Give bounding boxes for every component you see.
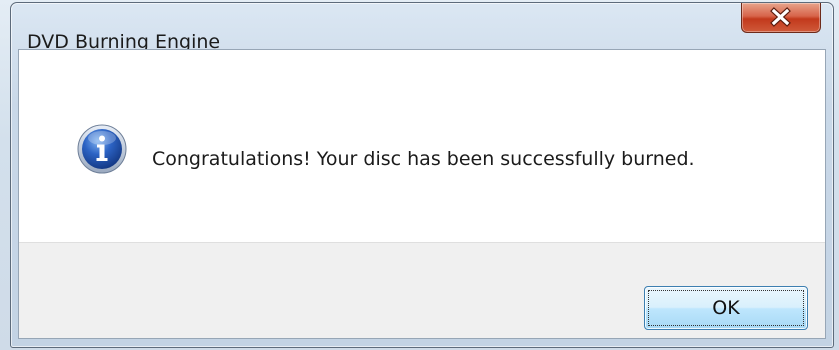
desktop-background: DVD Burning Engine Congratulations! Your…: [0, 0, 839, 350]
message-text: Congratulations! Your disc has been succ…: [152, 148, 695, 170]
ok-button[interactable]: OK: [644, 286, 808, 330]
close-x-icon: [770, 7, 791, 27]
dialog-client-area: Congratulations! Your disc has been succ…: [18, 49, 826, 339]
ok-button-label: OK: [712, 297, 740, 319]
button-bar: OK: [19, 242, 825, 338]
dialog-window: DVD Burning Engine Congratulations! Your…: [10, 2, 834, 348]
title-bar[interactable]: DVD Burning Engine: [11, 3, 833, 53]
message-area: Congratulations! Your disc has been succ…: [19, 50, 825, 242]
information-icon: [77, 124, 127, 174]
close-button[interactable]: [741, 3, 821, 33]
